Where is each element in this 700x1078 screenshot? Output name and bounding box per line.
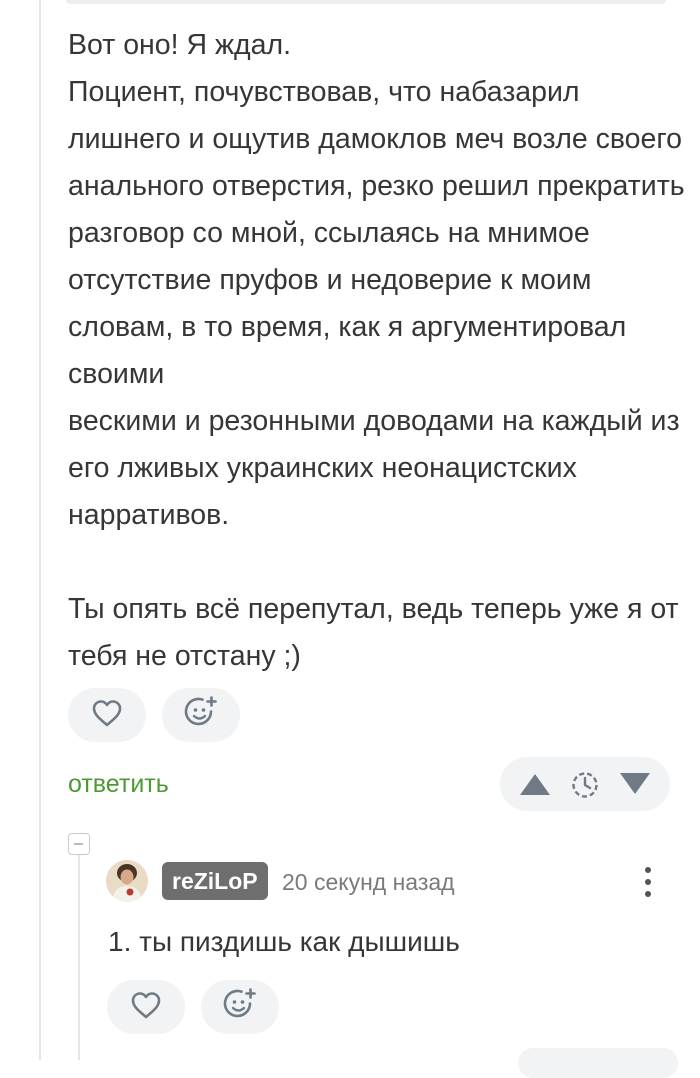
reply-rating-controls bbox=[518, 1048, 678, 1078]
kebab-menu-icon[interactable] bbox=[640, 864, 656, 900]
add-reaction-button[interactable] bbox=[162, 688, 240, 742]
triangle-up-icon[interactable] bbox=[518, 770, 552, 803]
username-badge[interactable]: reZiLoP bbox=[162, 862, 268, 900]
comment-text: Вот оно! Я ждал. Поциент, почувствовав, … bbox=[68, 29, 685, 672]
heart-icon bbox=[130, 990, 162, 1025]
smiley-add-icon bbox=[222, 987, 258, 1028]
timestamp[interactable]: 20 секунд назад bbox=[282, 866, 455, 898]
thread-line-reply[interactable] bbox=[78, 855, 80, 1060]
thread-line-outer[interactable] bbox=[39, 0, 41, 1060]
like-button[interactable] bbox=[68, 688, 146, 742]
clock-dashed-icon bbox=[569, 769, 601, 806]
triangle-down-icon[interactable] bbox=[618, 770, 652, 803]
smiley-add-icon bbox=[183, 695, 219, 736]
heart-icon bbox=[91, 698, 123, 733]
reply-text: 1. ты пиздишь как дышишь bbox=[108, 926, 460, 957]
avatar[interactable] bbox=[106, 860, 148, 902]
rating-controls bbox=[500, 757, 670, 811]
previous-comment-edge bbox=[66, 0, 666, 4]
reply-like-button[interactable] bbox=[107, 980, 185, 1034]
collapse-minus-icon[interactable] bbox=[68, 833, 90, 855]
reply-add-reaction-button[interactable] bbox=[201, 980, 279, 1034]
reply-link[interactable]: ответить bbox=[68, 766, 169, 802]
